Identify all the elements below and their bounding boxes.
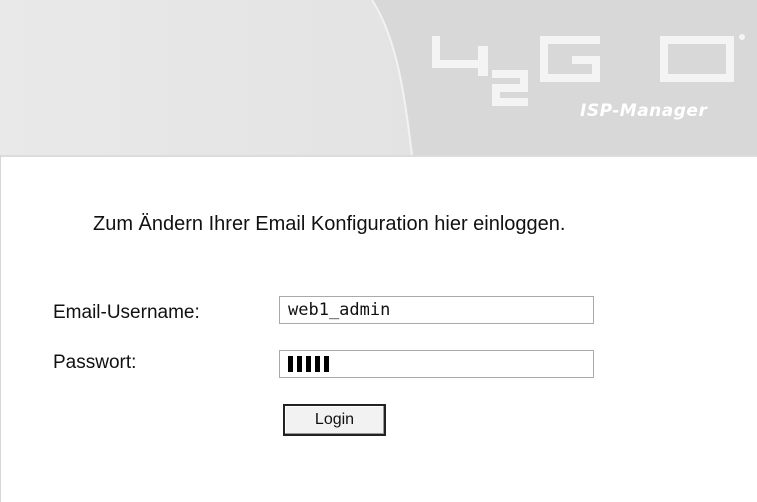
logo-subtitle: ISP-Manager	[580, 101, 708, 121]
password-mask-char	[324, 356, 329, 372]
password-mask-char	[315, 356, 320, 372]
password-mask-char	[288, 356, 293, 372]
password-mask-char	[297, 356, 302, 372]
header-banner: ISP-Manager	[0, 0, 757, 157]
username-input[interactable]: web1_admin	[279, 296, 594, 324]
password-mask	[288, 351, 593, 377]
password-label: Passwort:	[53, 352, 137, 373]
login-button[interactable]: Login	[283, 404, 386, 436]
password-input[interactable]	[279, 350, 594, 378]
username-value: web1_admin	[288, 300, 391, 320]
left-border	[0, 155, 1, 502]
username-label: Email-Username:	[53, 302, 200, 323]
password-mask-char	[306, 356, 311, 372]
login-intro-text: Zum Ändern Ihrer Email Konfiguration hie…	[93, 213, 566, 235]
header-graphic	[0, 0, 757, 155]
